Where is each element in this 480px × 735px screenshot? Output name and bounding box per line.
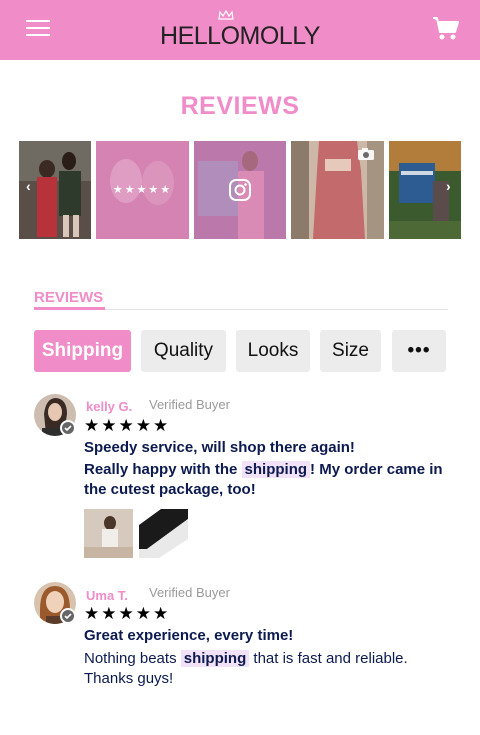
gallery-instagram-photo[interactable] [194,141,286,239]
review-photo[interactable] [139,509,188,558]
review-title: Speedy service, will shop there again! [84,439,355,456]
filter-quality[interactable]: Quality [141,330,226,372]
review-text: Nothing beats [84,650,177,667]
tab-reviews[interactable]: REVIEWS [34,289,103,306]
keyword-highlight: shipping [241,461,311,478]
verified-buyer-label: Verified Buyer [149,397,230,412]
verified-check-icon [60,420,76,436]
star-rating: ★★★★★ [84,416,171,435]
brand-logo[interactable]: HELLOMOLLY [0,22,480,51]
gallery-video[interactable] [291,141,384,239]
gallery-rating-stars: ★★★★★ [112,184,173,196]
filter-looks[interactable]: Looks [236,330,310,372]
instagram-icon [229,179,251,201]
review-photo[interactable] [84,509,133,558]
camera-icon [358,148,374,160]
gallery-next-arrow[interactable]: › [446,178,451,194]
top-header: HELLOMOLLY [0,0,480,60]
keyword-highlight: shipping [180,650,250,667]
filter-shipping[interactable]: Shipping [34,330,131,372]
gallery-prev-arrow[interactable]: ‹ [26,178,31,194]
shopping-cart-icon[interactable] [432,16,460,42]
review-text: Really happy with the [84,461,238,478]
active-tab-indicator [34,307,105,310]
star-rating: ★★★★★ [84,604,171,623]
photo-gallery[interactable]: ★★★★★ [19,141,461,239]
review-body: Nothing beats shipping that is fast and … [84,649,434,689]
filter-size[interactable]: Size [320,330,381,372]
crown-icon [218,10,234,20]
gallery-review-card[interactable]: ★★★★★ [96,141,189,239]
page-title: REVIEWS [180,92,300,120]
reviewer-name: Uma T. [86,588,128,603]
review-body: Really happy with the shipping! My order… [84,460,444,500]
more-filters-button[interactable]: ••• [392,330,446,372]
reviewer-name: kelly G. [86,399,133,414]
verified-check-icon [60,608,76,624]
verified-buyer-label: Verified Buyer [149,585,230,600]
review-title: Great experience, every time! [84,627,294,644]
